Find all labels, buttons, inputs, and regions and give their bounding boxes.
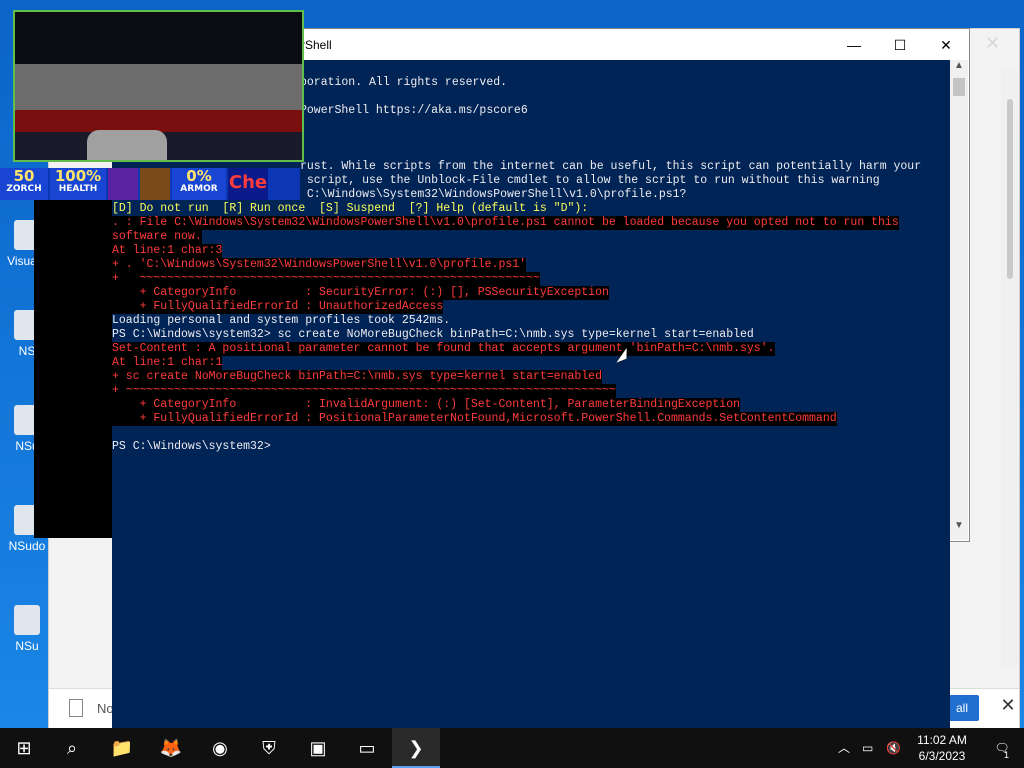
close-download-bar-icon[interactable]: ✕ [997, 695, 1019, 721]
console-line: + CategoryInfo : InvalidArgument: (:) [S… [112, 398, 741, 412]
show-all-button[interactable]: all [945, 695, 979, 721]
armor-label: ARMOR [180, 184, 218, 194]
game-sky [15, 12, 302, 64]
console-line: PS C:\Windows\system32> [112, 440, 271, 453]
console-line: + FullyQualifiedErrorId : UnauthorizedAc… [112, 300, 444, 314]
game-floor [15, 110, 302, 132]
zorcher-weapon [87, 130, 167, 160]
armor-panel: 0% ARMOR [172, 168, 226, 200]
console-line: C:\Windows\System32\WindowsPowerShell\v1… [300, 188, 687, 201]
scroll-down-icon[interactable]: ▼ [950, 520, 968, 536]
search-icon[interactable]: ⌕ [48, 728, 96, 768]
volume-muted-icon[interactable]: 🔇 [886, 728, 901, 768]
console-line: Loading personal and system profiles too… [112, 314, 451, 327]
cheat-label: Che [228, 168, 268, 200]
file-explorer-icon[interactable]: 📁 [98, 728, 146, 768]
close-button[interactable]: ✕ [923, 29, 969, 61]
game-wall [15, 64, 302, 110]
clock[interactable]: 11:02 AM 6/3/2023 [904, 732, 980, 764]
blue-app-icon[interactable]: ▣ [294, 728, 342, 768]
console-line: At line:1 char:1 [112, 356, 223, 370]
console-line: Set-Content : A positional parameter can… [112, 342, 775, 356]
keys-icon [140, 168, 170, 200]
background-scrollbar[interactable] [1001, 69, 1019, 669]
scroll-thumb[interactable] [1007, 99, 1013, 279]
tray-chevron-icon[interactable]: ︿ [838, 728, 850, 768]
console-line: PS C:\Windows\system32> sc create NoMore… [112, 328, 754, 341]
document-icon [69, 699, 83, 717]
console-line: rust. While scripts from the internet ca… [300, 160, 922, 173]
console-scrollbar[interactable]: ▲ ▼ [950, 60, 968, 540]
health-value: 100% [54, 167, 102, 185]
desktop-icon-nsudo-4[interactable]: NSu [2, 605, 52, 653]
gear-icon [14, 605, 40, 635]
minimize-button[interactable]: — [831, 29, 877, 61]
ammo-value: 50 [13, 167, 35, 185]
security-icon[interactable]: ⛨ [245, 728, 293, 768]
title-bar[interactable]: rShell — ☐ ✕ [301, 29, 969, 61]
firefox-icon[interactable]: 🦊 [147, 728, 195, 768]
window-title: rShell [301, 38, 332, 52]
console-line: + ~~~~~~~~~~~~~~~~~~~~~~~~~~~~~~~~~~~~~~… [112, 272, 540, 286]
console-line: script, use the Unblock-File cmdlet to a… [300, 174, 880, 187]
console-line: . : File C:\Windows\System32\WindowsPowe… [112, 216, 899, 230]
clock-time: 11:02 AM [917, 733, 967, 747]
clock-date: 6/3/2023 [918, 749, 966, 763]
notifications-icon[interactable]: 🗨 1 [986, 728, 1018, 768]
game-hud: 50 ZORCH 100% HEALTH 0% ARMOR Che [0, 168, 300, 200]
armor-value: 0% [186, 167, 212, 185]
health-panel: 100% HEALTH [50, 168, 106, 200]
game-viewport[interactable] [13, 10, 304, 162]
console-line: [D] Do not run [R] Run once [S] Suspend … [112, 202, 589, 215]
console-line: poration. All rights reserved. [300, 76, 508, 89]
console-line: + . 'C:\Windows\System32\WindowsPowerShe… [112, 258, 527, 272]
notification-count: 1 [1004, 750, 1010, 760]
console-line: software now. [112, 230, 202, 244]
powershell-icon[interactable]: ❯ [392, 728, 440, 768]
ammo-panel: 50 ZORCH [0, 168, 48, 200]
terminal-icon[interactable]: ▭ [343, 728, 391, 768]
background-black-panel [34, 198, 112, 538]
windows-logo-icon[interactable]: ⊞ [0, 728, 48, 768]
taskbar: ⊞ ⌕ 📁 🦊 ◉ ⛨ ▣ ▭ ❯ ︿ ▭ 🔇 11:02 AM 6/3/2023 🗨 1 [0, 728, 1024, 768]
console-line: PowerShell https://aka.ms/pscore6 [300, 104, 528, 117]
network-icon[interactable]: ▭ [862, 728, 873, 768]
scroll-up-icon[interactable]: ▲ [950, 60, 968, 76]
console-line: At line:1 char:3 [112, 244, 223, 258]
chrome-icon[interactable]: ◉ [196, 728, 244, 768]
console-line: + ~~~~~~~~~~~~~~~~~~~~~~~~~~~~~~~~~~~~~~… [112, 384, 616, 398]
console-line: + FullyQualifiedErrorId : PositionalPara… [112, 412, 837, 426]
health-label: HEALTH [58, 184, 98, 194]
desktop-icon-label: NSu [15, 639, 39, 653]
console-line: + CategoryInfo : SecurityError: (:) [], … [112, 286, 609, 300]
ammo-label: ZORCH [6, 184, 42, 194]
desktop-icon-label: NSudo [8, 539, 46, 553]
scroll-thumb[interactable] [953, 78, 965, 96]
close-icon[interactable]: ✕ [985, 33, 1005, 53]
maximize-button[interactable]: ☐ [877, 29, 923, 61]
console-line: + sc create NoMoreBugCheck binPath=C:\nm… [112, 370, 602, 384]
face-icon [108, 168, 138, 200]
